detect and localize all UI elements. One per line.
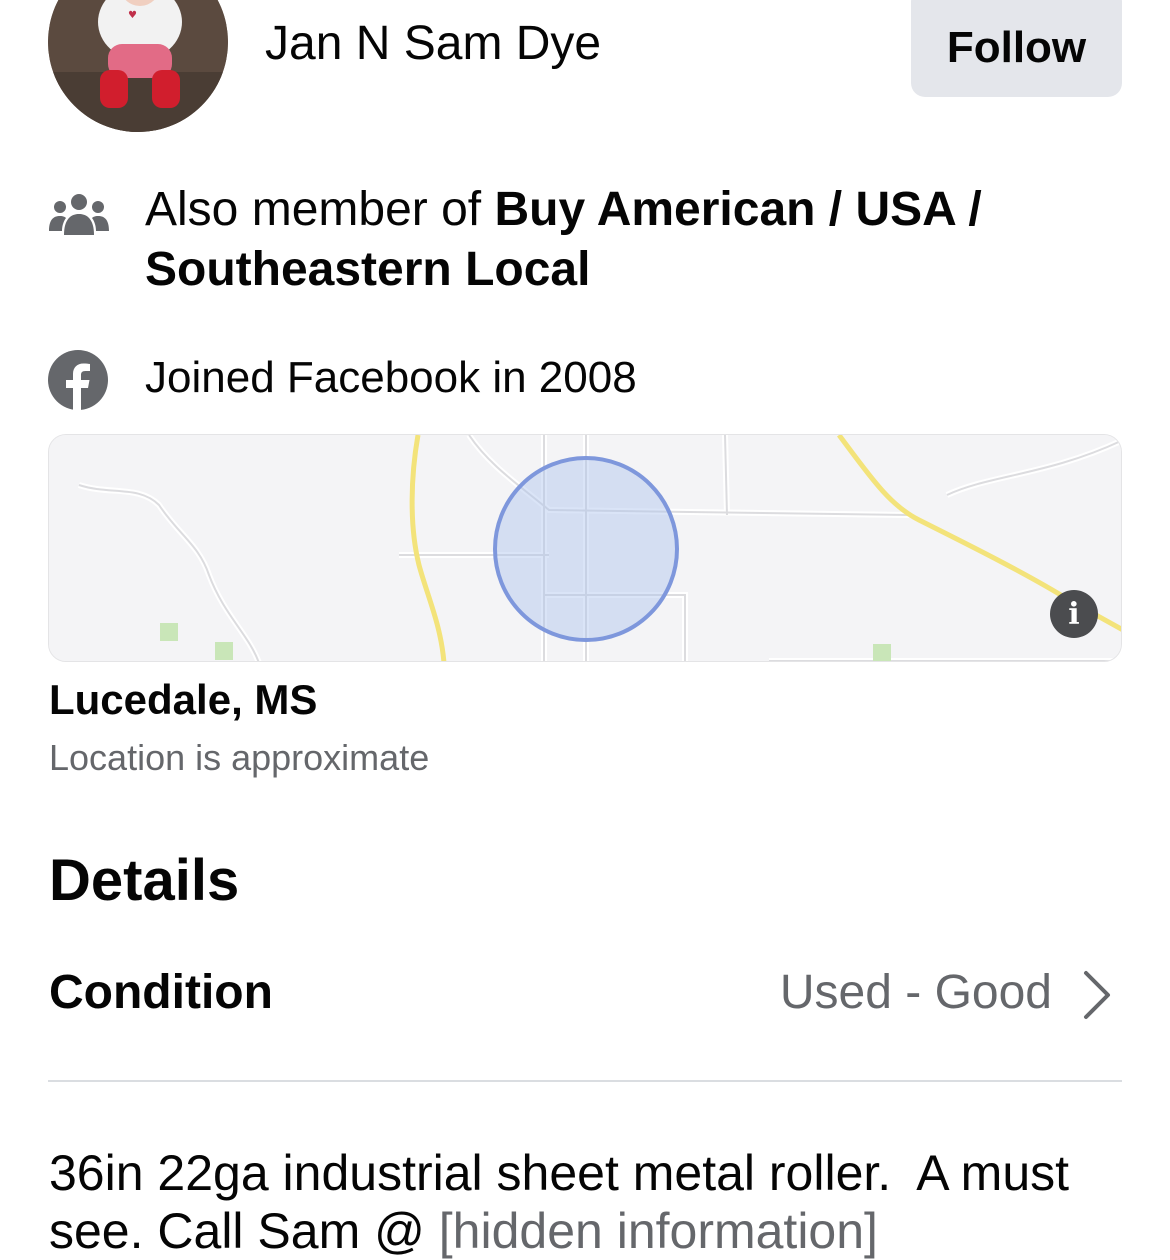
map-info-button[interactable]: i [1050, 590, 1098, 638]
seller-name[interactable]: Jan N Sam Dye [265, 16, 601, 72]
details-heading: Details [49, 848, 240, 913]
listing-description: 36in 22ga industrial sheet metal roller.… [49, 1144, 1139, 1260]
avatar-photo: ♥ [48, 0, 228, 132]
group-membership-prefix: Also member of [145, 183, 495, 236]
location-name: Lucedale, MS [49, 676, 318, 723]
condition-value: Used - Good [779, 966, 1052, 1019]
svg-text:♥: ♥ [128, 10, 137, 21]
follow-button[interactable]: Follow [911, 0, 1122, 97]
location-map[interactable] [48, 434, 1122, 662]
joined-facebook-text: Joined Facebook in 2008 [145, 353, 637, 402]
groups-icon [49, 194, 109, 235]
seller-avatar[interactable]: ♥ [48, 0, 228, 132]
condition-label: Condition [49, 966, 273, 1019]
map-graphic [49, 435, 1121, 661]
group-membership: Also member of Buy American / USA / Sout… [145, 180, 1105, 300]
condition-row[interactable]: Condition Used - Good [48, 955, 1122, 1029]
facebook-icon [48, 350, 108, 410]
location-approximate-note: Location is approximate [49, 737, 430, 778]
divider [48, 1080, 1122, 1082]
chevron-right-icon [1084, 971, 1110, 1019]
hidden-information: [hidden information] [438, 1203, 878, 1259]
